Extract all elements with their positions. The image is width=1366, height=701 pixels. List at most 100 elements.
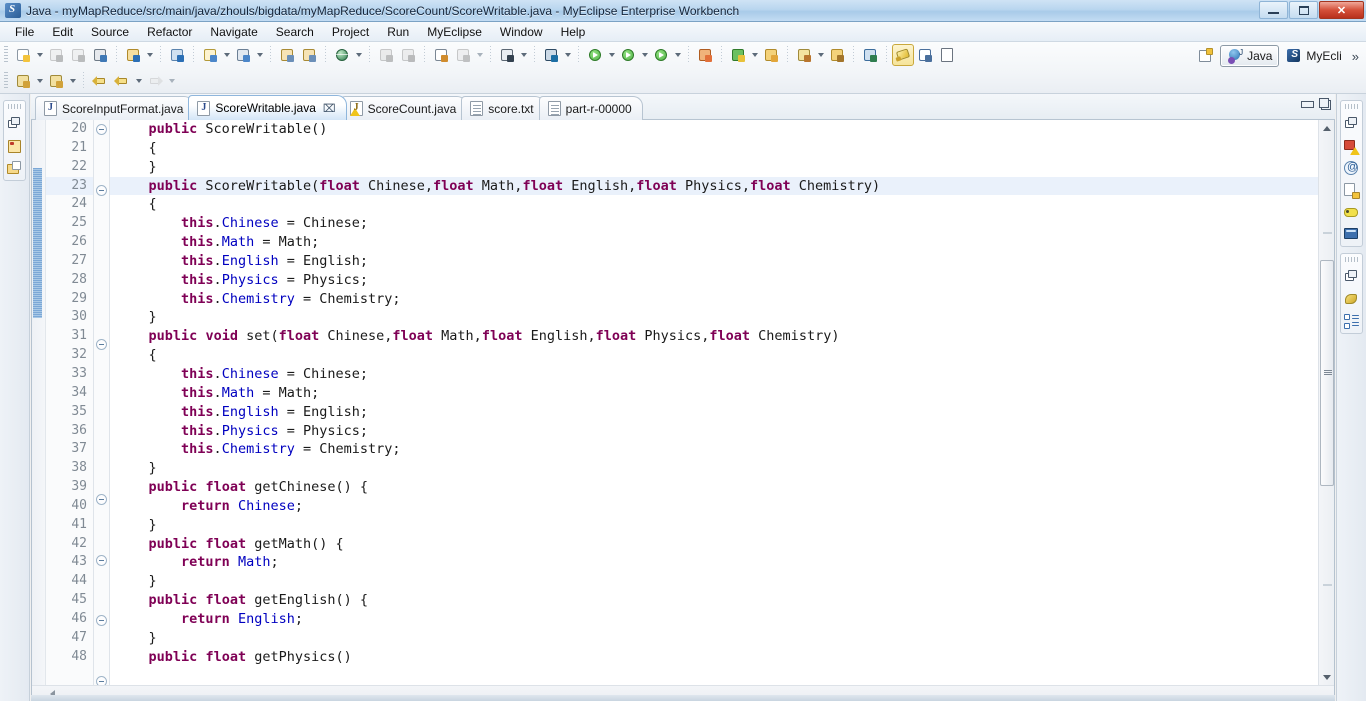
fold-toggle-icon[interactable] (94, 554, 109, 574)
chevron-down-icon[interactable] (34, 44, 45, 66)
editor-tab-scoreinputformat-java[interactable]: ScoreInputFormat.java (35, 96, 195, 120)
code-line[interactable]: this.Physics = Physics; (110, 271, 1334, 290)
code-line[interactable]: this.English = English; (110, 403, 1334, 422)
run-button[interactable] (584, 44, 606, 66)
open-task-button[interactable] (760, 44, 782, 66)
restore-icon[interactable] (1343, 116, 1360, 133)
maximize-editor-icon[interactable] (1319, 98, 1331, 110)
restore-icon[interactable] (1343, 269, 1360, 286)
next-annotation[interactable] (859, 44, 881, 66)
editor-tab-score-txt[interactable]: score.txt (461, 96, 545, 120)
chevron-down-icon[interactable] (672, 44, 683, 66)
chevron-down-icon[interactable] (606, 44, 617, 66)
chevron-down-icon[interactable] (254, 44, 265, 66)
maximize-button[interactable] (1289, 1, 1318, 19)
show-whitespace[interactable] (936, 44, 958, 66)
chevron-down-icon[interactable] (133, 70, 144, 92)
chevron-down-icon[interactable] (639, 44, 650, 66)
fold-toggle-icon[interactable] (94, 615, 109, 634)
step-over-button[interactable] (45, 70, 67, 92)
minimize-button[interactable] (1259, 1, 1288, 19)
refresh-button[interactable] (727, 44, 749, 66)
code-line[interactable]: } (110, 459, 1334, 478)
report-button[interactable] (430, 44, 452, 66)
hadoop-location-icon[interactable] (1343, 204, 1360, 221)
chevron-down-icon[interactable] (815, 44, 826, 66)
menu-item-window[interactable]: Window (491, 23, 552, 41)
chevron-down-icon[interactable] (562, 44, 573, 66)
web-browser-button[interactable] (331, 44, 353, 66)
menu-item-source[interactable]: Source (82, 23, 138, 41)
fold-toggle-icon[interactable] (94, 675, 109, 685)
menu-item-file[interactable]: File (6, 23, 43, 41)
editor-tab-scorewritable-java[interactable]: ScoreWritable.java ⌧ (188, 95, 347, 120)
code-line[interactable]: } (110, 516, 1334, 535)
problems-view-icon[interactable] (1343, 138, 1360, 155)
code-line[interactable]: public ScoreWritable(float Chinese,float… (110, 176, 1334, 196)
back-button[interactable] (111, 70, 133, 92)
code-line[interactable]: this.Physics = Physics; (110, 422, 1334, 441)
menu-item-edit[interactable]: Edit (43, 23, 82, 41)
open-type-button[interactable] (166, 44, 188, 66)
code-line[interactable]: } (110, 158, 1334, 177)
annotation-ruler[interactable] (32, 120, 46, 685)
new-wizard2-button[interactable] (694, 44, 716, 66)
chevron-down-icon[interactable] (221, 44, 232, 66)
code-line[interactable]: this.English = English; (110, 252, 1334, 271)
code-line[interactable]: this.Chemistry = Chemistry; (110, 290, 1334, 309)
code-line[interactable]: public ScoreWritable() (110, 120, 1334, 139)
fold-toggle-icon[interactable] (94, 494, 109, 513)
code-line[interactable]: return Chinese; (110, 497, 1334, 516)
drag-handle[interactable] (1344, 257, 1359, 262)
debug-button[interactable] (540, 44, 562, 66)
menu-item-help[interactable]: Help (552, 23, 595, 41)
code-line[interactable]: return English; (110, 610, 1334, 629)
project-explorer-icon[interactable] (6, 160, 23, 177)
chevron-down-icon[interactable] (67, 70, 78, 92)
import-button[interactable] (276, 44, 298, 66)
code-line[interactable]: this.Chemistry = Chemistry; (110, 440, 1334, 459)
chevron-down-icon[interactable] (166, 70, 177, 92)
code-line[interactable]: { (110, 195, 1334, 214)
menu-item-myeclipse[interactable]: MyEclipse (418, 23, 491, 41)
perspective-overflow-chevron[interactable]: » (1349, 49, 1362, 64)
new-wizard-button[interactable] (12, 44, 34, 66)
chevron-down-icon[interactable] (518, 44, 529, 66)
chevron-down-icon[interactable] (34, 70, 45, 92)
menu-item-search[interactable]: Search (267, 23, 323, 41)
editor-tab-scorecount-java[interactable]: ScoreCount.java (340, 96, 468, 120)
menu-item-run[interactable]: Run (378, 23, 418, 41)
code-line[interactable]: public float getMath() { (110, 535, 1334, 554)
chevron-down-icon[interactable] (353, 44, 364, 66)
outline-view-icon[interactable] (1343, 291, 1360, 308)
code-line[interactable]: this.Math = Math; (110, 233, 1334, 252)
toolbar-grip[interactable] (4, 46, 8, 64)
code-text[interactable]: public ScoreWritable() { } public ScoreW… (110, 120, 1334, 685)
print-button[interactable] (89, 44, 111, 66)
new-class-button[interactable] (199, 44, 221, 66)
open-perspective-button[interactable] (1190, 45, 1220, 67)
code-line[interactable]: this.Chinese = Chinese; (110, 214, 1334, 233)
code-line[interactable]: this.Math = Math; (110, 384, 1334, 403)
code-line[interactable]: return Math; (110, 553, 1334, 572)
toggle-block-selection[interactable] (914, 44, 936, 66)
code-line[interactable]: public float getEnglish() { (110, 591, 1334, 610)
scroll-down-arrow[interactable] (1320, 670, 1334, 684)
editor-vertical-scrollbar[interactable] (1318, 120, 1334, 685)
code-line[interactable]: } (110, 629, 1334, 648)
perspective-java[interactable]: J Java (1220, 45, 1280, 67)
editor-tab-part-r-00000[interactable]: part-r-00000 (538, 96, 643, 120)
code-line[interactable]: { (110, 139, 1334, 158)
drag-handle[interactable] (1344, 104, 1359, 109)
run-history-button[interactable] (617, 44, 639, 66)
back-history-button[interactable] (89, 70, 111, 92)
fold-toggle-icon[interactable] (94, 339, 109, 358)
minimize-editor-icon[interactable] (1301, 98, 1314, 109)
fold-toggle-icon[interactable] (94, 124, 109, 143)
javadoc-view-icon[interactable]: @ (1343, 160, 1360, 177)
export-button[interactable] (298, 44, 320, 66)
chevron-down-icon[interactable] (749, 44, 760, 66)
search-button[interactable] (793, 44, 815, 66)
code-line[interactable]: public float getPhysics() (110, 648, 1334, 667)
restore-icon[interactable] (6, 116, 23, 133)
